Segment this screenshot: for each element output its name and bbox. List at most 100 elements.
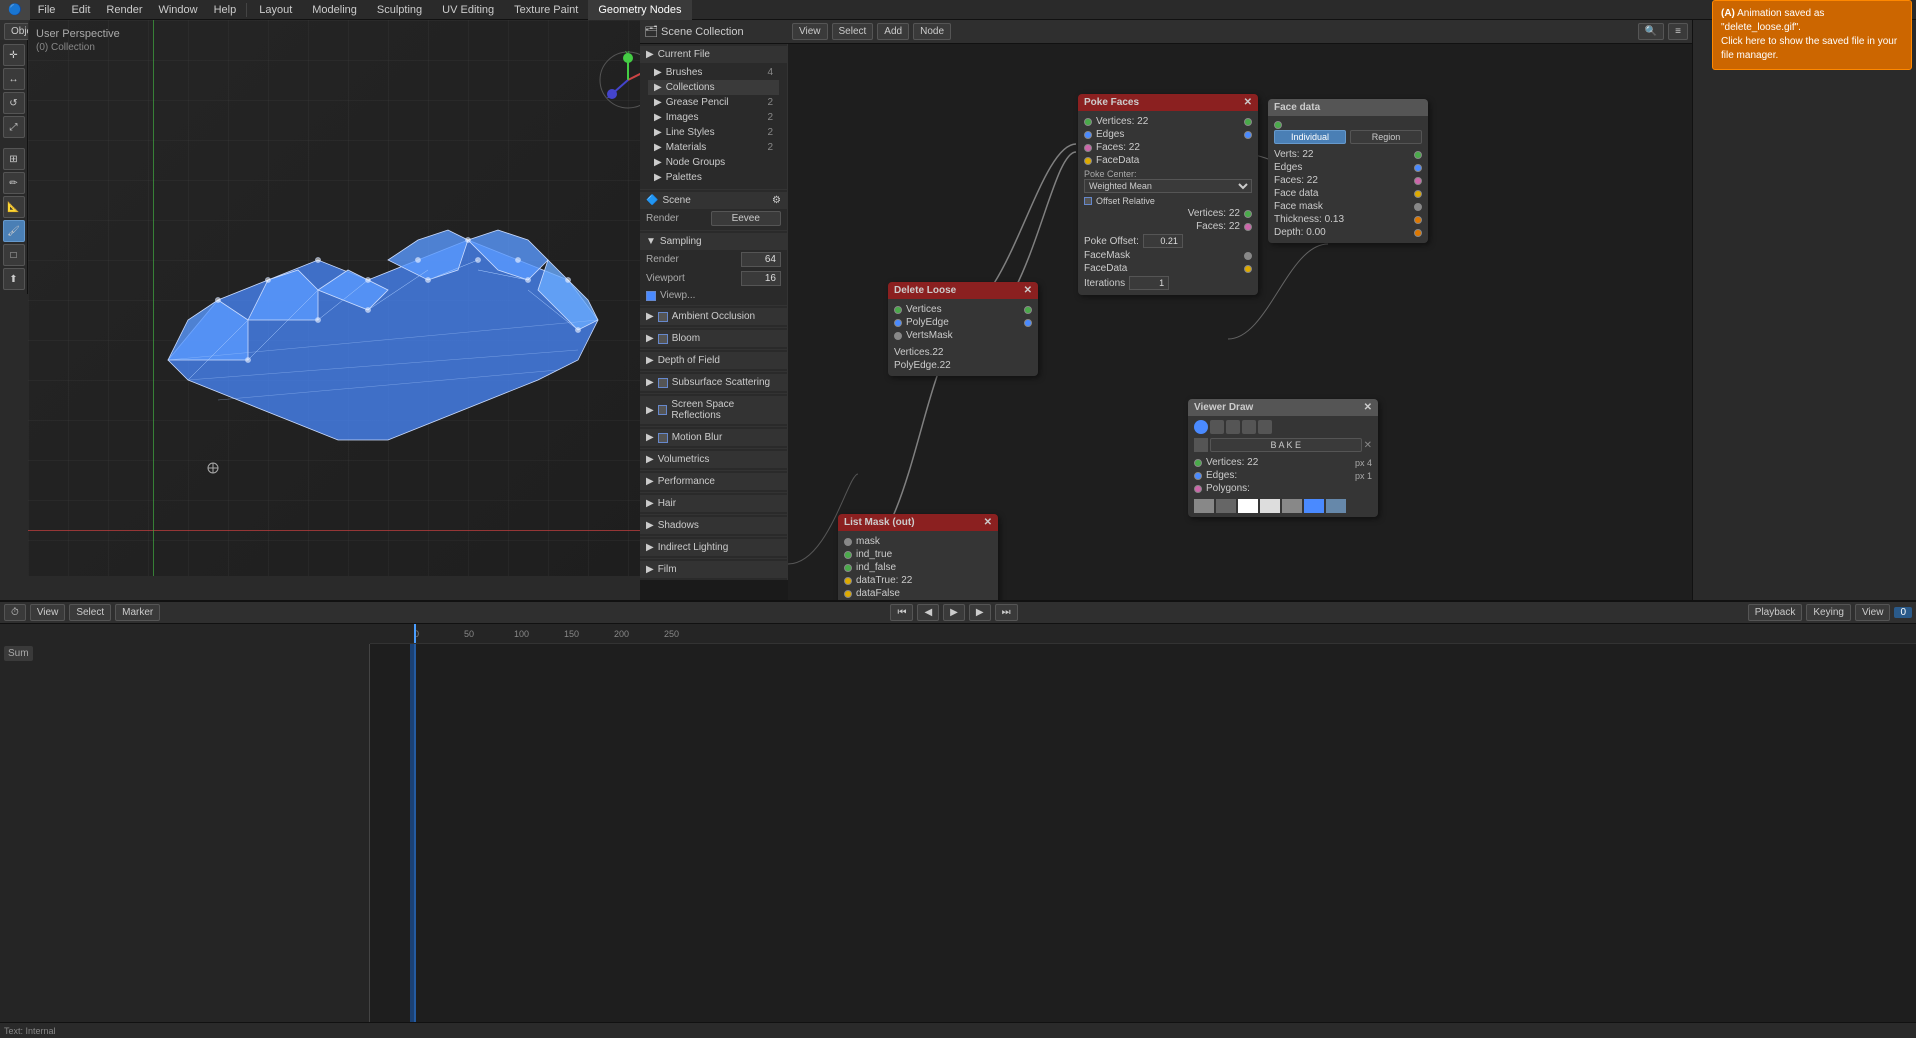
- tab-modeling[interactable]: Modeling: [302, 0, 367, 20]
- tab-texture-paint[interactable]: Texture Paint: [504, 0, 588, 20]
- perf-header[interactable]: ▶ Performance: [640, 473, 787, 490]
- viewer-draw-close-icon[interactable]: ✕: [1364, 402, 1372, 413]
- poke-edges-socket-out[interactable]: [1244, 131, 1252, 139]
- move-tool[interactable]: ↔: [3, 68, 25, 90]
- fd-depth-socket[interactable]: [1414, 229, 1422, 237]
- viewer-icon-3[interactable]: [1226, 420, 1240, 434]
- fd-verts-socket[interactable]: [1414, 151, 1422, 159]
- rotate-tool[interactable]: ↺: [3, 92, 25, 114]
- vd-verts-socket-in[interactable]: [1194, 459, 1202, 467]
- menu-edit[interactable]: Edit: [63, 0, 98, 20]
- tab-uv-editing[interactable]: UV Editing: [432, 0, 504, 20]
- poke-verts-socket-out[interactable]: [1244, 118, 1252, 126]
- swatch-4[interactable]: [1260, 499, 1280, 513]
- poke-offset-value[interactable]: 0.21: [1143, 234, 1183, 248]
- extrude-tool[interactable]: ⬆: [3, 268, 25, 290]
- shadows-header[interactable]: ▶ Shadows: [640, 517, 787, 534]
- lm-ind-true-socket[interactable]: [844, 551, 852, 559]
- scene-tools-icon[interactable]: ⚙: [772, 195, 781, 206]
- viewport-samples-value[interactable]: 16: [741, 271, 781, 286]
- transform-tool[interactable]: ⊞: [3, 148, 25, 170]
- dl-verts-socket-out[interactable]: [1024, 306, 1032, 314]
- dl-vertsmask-socket-in[interactable]: [894, 332, 902, 340]
- dof-header[interactable]: ▶ Depth of Field: [640, 352, 787, 369]
- node-add-btn[interactable]: Add: [877, 23, 909, 40]
- sampling-header[interactable]: ▼ Sampling: [640, 233, 787, 250]
- goto-end-btn[interactable]: ⏭: [995, 604, 1018, 621]
- node-search-btn[interactable]: 🔍: [1638, 23, 1664, 40]
- motion-blur-header[interactable]: ▶ Motion Blur: [640, 429, 787, 446]
- node-editor[interactable]: View Select Add Node 🔍 ≡ Poke Faces ✕: [788, 20, 1692, 600]
- menu-blender-icon[interactable]: 🔵: [0, 0, 30, 20]
- render-engine-dropdown[interactable]: Eevee: [711, 211, 782, 226]
- menu-window[interactable]: Window: [150, 0, 205, 20]
- bloom-header[interactable]: ▶ Bloom: [640, 330, 787, 347]
- lm-mask-socket[interactable]: [844, 538, 852, 546]
- scene-header[interactable]: 🔷 Scene ⚙: [640, 192, 787, 209]
- summary-channel[interactable]: Sum: [4, 646, 33, 661]
- playhead[interactable]: [414, 624, 416, 643]
- dl-verts-socket-in[interactable]: [894, 306, 902, 314]
- swatch-6[interactable]: [1304, 499, 1324, 513]
- tab-sculpting[interactable]: Sculpting: [367, 0, 432, 20]
- ao-header[interactable]: ▶ Ambient Occlusion: [640, 308, 787, 325]
- palettes-row[interactable]: ▶ Palettes: [648, 170, 779, 185]
- scale-tool[interactable]: ⤢: [3, 116, 25, 138]
- frame-indicator[interactable]: 0: [1894, 607, 1912, 618]
- goto-start-btn[interactable]: ⏮: [890, 604, 913, 621]
- navigation-gizmo[interactable]: X Y Z: [598, 50, 640, 113]
- hair-header[interactable]: ▶ Hair: [640, 495, 787, 512]
- individual-btn[interactable]: Individual: [1274, 130, 1346, 144]
- timeline-select-btn[interactable]: Select: [69, 604, 111, 621]
- add-cube-tool[interactable]: □: [3, 244, 25, 266]
- swatch-2[interactable]: [1216, 499, 1236, 513]
- draw-tool[interactable]: 🖌: [3, 220, 25, 242]
- play-btn[interactable]: ▶: [943, 604, 965, 621]
- poke-faces-close-icon[interactable]: ✕: [1244, 97, 1252, 108]
- next-frame-btn[interactable]: ▶: [969, 604, 991, 621]
- grease-pencil-row[interactable]: ▶ Grease Pencil 2: [648, 95, 779, 110]
- fd-facemask-socket[interactable]: [1414, 203, 1422, 211]
- offset-relative-checkbox[interactable]: [1084, 197, 1092, 205]
- tab-layout[interactable]: Layout: [249, 0, 302, 20]
- timeline-view-btn[interactable]: View: [30, 604, 66, 621]
- timeline-header-icon[interactable]: ⏱: [4, 604, 26, 621]
- lm-datatrue-socket[interactable]: [844, 577, 852, 585]
- sss-checkbox[interactable]: [658, 378, 668, 388]
- face-data-node[interactable]: Face data Individual Region Verts: 22 Ed…: [1268, 99, 1428, 243]
- cursor-tool[interactable]: ✛: [3, 44, 25, 66]
- viewer-icon-1[interactable]: [1194, 420, 1208, 434]
- viewer-icon-2[interactable]: [1210, 420, 1224, 434]
- list-mask-close-icon[interactable]: ✕: [984, 517, 992, 528]
- poke-center-dropdown[interactable]: Weighted Mean: [1084, 179, 1252, 193]
- brushes-row[interactable]: ▶ Brushes 4: [648, 65, 779, 80]
- lm-datafalse-socket[interactable]: [844, 590, 852, 598]
- keying-btn[interactable]: Keying: [1806, 604, 1851, 621]
- node-groups-row[interactable]: ▶ Node Groups: [648, 155, 779, 170]
- lm-ind-false-socket[interactable]: [844, 564, 852, 572]
- delete-loose-close-icon[interactable]: ✕: [1024, 285, 1032, 296]
- sss-header[interactable]: ▶ Subsurface Scattering: [640, 374, 787, 391]
- viewer-icon-4[interactable]: [1242, 420, 1256, 434]
- fd-edges-socket[interactable]: [1414, 164, 1422, 172]
- collections-row[interactable]: ▶ Collections: [648, 80, 779, 95]
- tab-geometry-nodes[interactable]: Geometry Nodes: [588, 0, 691, 20]
- vd-edges-socket-in[interactable]: [1194, 472, 1202, 480]
- images-row[interactable]: ▶ Images 2: [648, 110, 779, 125]
- bloom-checkbox[interactable]: [658, 334, 668, 344]
- menu-help[interactable]: Help: [206, 0, 245, 20]
- region-btn[interactable]: Region: [1350, 130, 1422, 144]
- il-header[interactable]: ▶ Indirect Lighting: [640, 539, 787, 556]
- current-file-header[interactable]: ▶ Current File: [640, 46, 787, 63]
- ssr-checkbox[interactable]: [658, 405, 668, 415]
- viewer-icon-v[interactable]: [1194, 438, 1208, 452]
- menu-render[interactable]: Render: [98, 0, 150, 20]
- measure-tool[interactable]: 📐: [3, 196, 25, 218]
- menu-file[interactable]: File: [30, 0, 64, 20]
- poke-verts-out-socket[interactable]: [1244, 210, 1252, 218]
- node-select-btn[interactable]: Select: [832, 23, 874, 40]
- viewer-draw-node[interactable]: Viewer Draw ✕ B A K E ✕: [1188, 399, 1378, 517]
- fd-facedata-socket[interactable]: [1414, 190, 1422, 198]
- swatch-5[interactable]: [1282, 499, 1302, 513]
- viewport-3d[interactable]: Object Mode View Select Add Object GN Gl…: [0, 20, 640, 600]
